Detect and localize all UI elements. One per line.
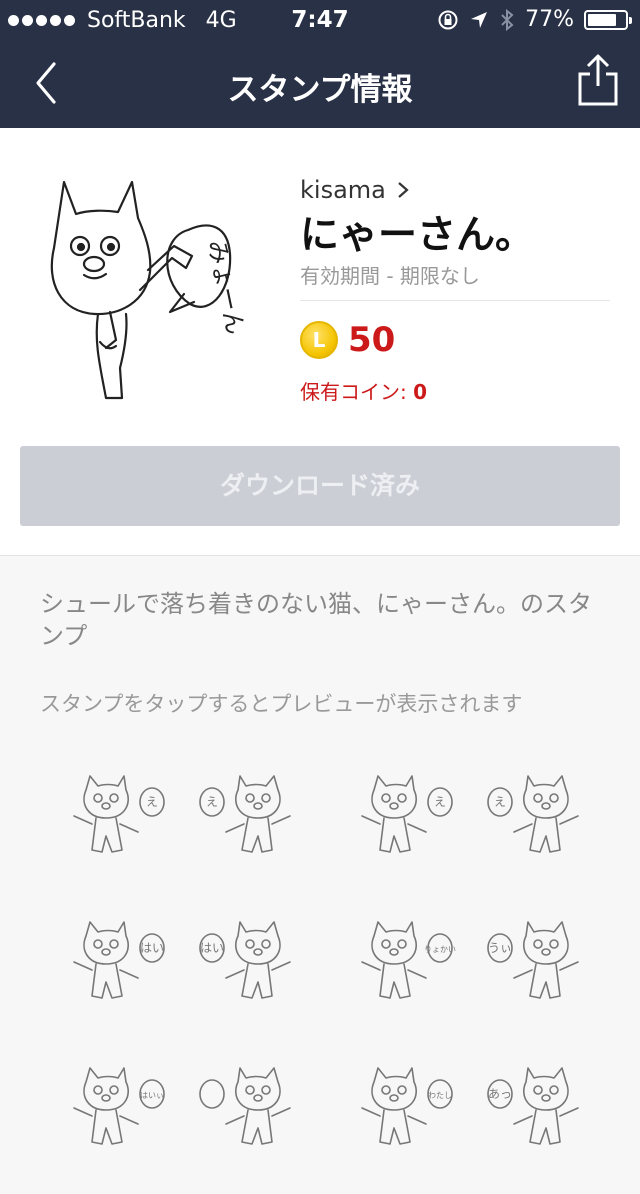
chevron-right-icon — [398, 182, 409, 198]
sticker-cat-image: はい — [199, 921, 291, 999]
sticker-cat-image: え — [199, 775, 291, 853]
sticker-speech-text: あっ — [488, 1087, 512, 1101]
sticker-cat-image: え — [73, 775, 165, 853]
bluetooth-icon — [501, 8, 514, 31]
sticker-thumbnail[interactable]: え — [40, 758, 180, 898]
sticker-thumbnail[interactable] — [184, 1050, 324, 1190]
preview-hint: スタンプをタップするとプレビューが表示されます — [40, 692, 523, 716]
sticker-speech-text: はいぃ — [140, 1091, 164, 1100]
sticker-cat-image: はいぃ — [73, 1067, 165, 1145]
creator-name: kisama — [300, 176, 386, 204]
sticker-cat-image — [199, 1067, 291, 1145]
sticker-thumbnail[interactable]: わたし — [328, 1050, 468, 1190]
price-row: L 50 — [300, 320, 395, 360]
sticker-speech-text: はい — [200, 941, 224, 955]
sticker-cat-image: うぃ — [487, 921, 579, 999]
page-title: スタンプ情報 — [227, 72, 413, 108]
sticker-thumbnail[interactable]: はいぃ — [40, 1050, 180, 1190]
sticker-thumbnail[interactable]: はい — [184, 904, 324, 1044]
sticker-speech-text: え — [146, 795, 158, 809]
nav-bar: スタンプ情報 — [0, 40, 640, 128]
sticker-speech-text: え — [494, 795, 506, 809]
sticker-cat-image: はい — [73, 921, 165, 999]
creator-link[interactable]: kisama — [300, 176, 410, 204]
sticker-thumbnail[interactable]: あっ — [472, 1050, 612, 1190]
status-right: 77% — [437, 7, 632, 32]
downloaded-button[interactable]: ダウンロード済み — [20, 446, 620, 526]
sticker-thumbnail[interactable]: はい — [40, 904, 180, 1044]
sticker-title: にゃーさん。 — [300, 213, 535, 258]
sticker-speech-text: はい — [140, 941, 164, 955]
owned-coins-label: 保有コイン: — [300, 380, 414, 404]
validity-period: 有効期間 - 期限なし — [300, 264, 480, 288]
sticker-speech-text: りょかい — [424, 945, 456, 954]
price-value: 50 — [348, 320, 396, 360]
sticker-thumbnail[interactable]: え — [328, 758, 468, 898]
sticker-cat-image: え — [361, 775, 453, 853]
sticker-cat-image: あっ — [487, 1067, 579, 1145]
sticker-speech-text: え — [434, 795, 446, 809]
line-coin-icon: L — [300, 321, 338, 359]
owned-coins-value: 0 — [413, 380, 428, 404]
battery-percent: 77% — [525, 7, 574, 32]
sticker-cat-image: りょかい — [361, 921, 456, 999]
sticker-speech-text: みょーん — [202, 237, 249, 337]
sticker-thumbnail[interactable]: え — [472, 758, 612, 898]
divider — [300, 300, 610, 301]
location-icon — [471, 11, 488, 28]
sticker-thumbnail[interactable]: え — [184, 758, 324, 898]
sticker-speech-text: え — [206, 795, 218, 809]
orientation-lock-icon — [438, 10, 458, 29]
status-bar: SoftBank 4G 7:47 77% — [0, 0, 640, 40]
share-button[interactable] — [574, 52, 622, 108]
sticker-description: シュールで落ち着きのない猫、にゃーさん。のスタンプ — [40, 590, 592, 650]
sticker-thumbnail[interactable]: りょかい — [328, 904, 468, 1044]
battery-icon — [584, 9, 632, 30]
sticker-main-image: みょーん — [50, 180, 249, 400]
sticker-speech-text: わたし — [428, 1091, 452, 1100]
sticker-cat-image: わたし — [361, 1067, 453, 1145]
owned-coins: 保有コイン: 0 — [300, 376, 427, 405]
sticker-cat-image: え — [487, 775, 579, 853]
sticker-thumbnail[interactable]: うぃ — [472, 904, 612, 1044]
sticker-speech-text: うぃ — [488, 941, 512, 955]
share-icon — [578, 54, 618, 106]
sticker-info-panel: みょーん kisama にゃーさん。 有効期間 - 期限なし L 50 保有コイ… — [0, 128, 640, 556]
